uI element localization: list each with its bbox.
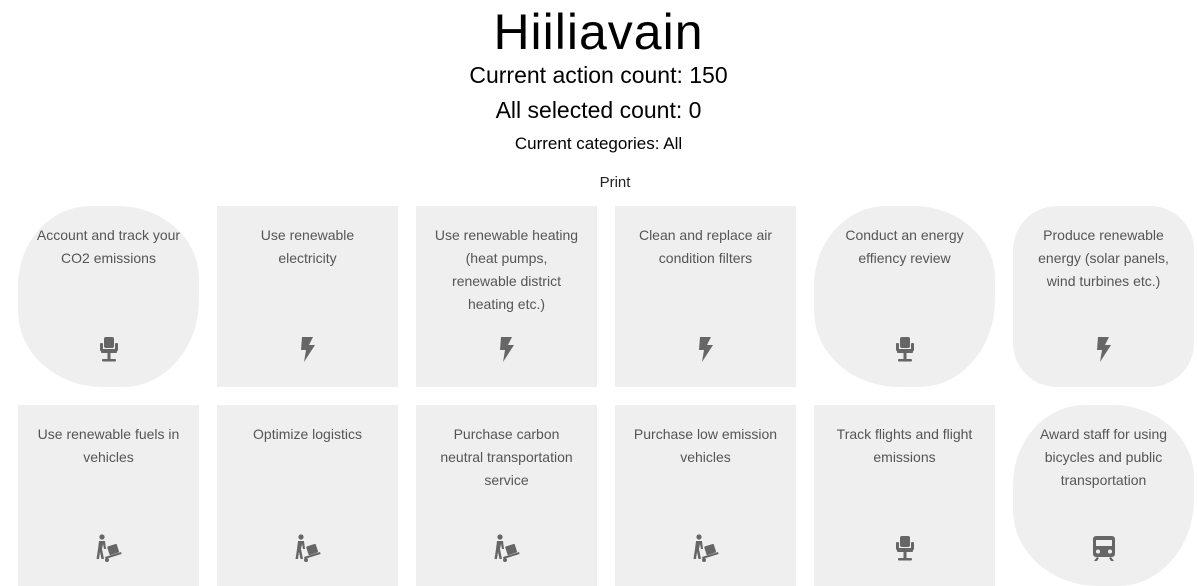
- current-categories: Current categories: All: [514, 134, 683, 153]
- action-card-renewable-heating[interactable]: Use renewable heating (heat pumps, renew…: [416, 206, 597, 387]
- lightning-bolt-icon: [416, 334, 597, 364]
- page-title: Hiiliavain: [493, 4, 704, 60]
- action-card-renewable-electricity[interactable]: Use renewable electricity: [217, 206, 398, 387]
- hand-truck-icon: [18, 533, 199, 563]
- action-card-low-emission-vehicles[interactable]: Purchase low emission vehicles: [615, 405, 796, 586]
- hand-truck-icon: [416, 533, 597, 563]
- action-card-track-flights[interactable]: Track flights and flight emissions: [814, 405, 995, 586]
- office-chair-icon: [814, 334, 995, 364]
- card-label: Account and track your CO2 emissions: [36, 227, 181, 266]
- action-card-account-track-co2[interactable]: Account and track your CO2 emissions: [18, 206, 199, 387]
- card-label: Use renewable fuels in vehicles: [37, 426, 180, 465]
- card-label: Purchase low emission vehicles: [633, 426, 778, 465]
- action-card-renewable-fuels[interactable]: Use renewable fuels in vehicles: [18, 405, 199, 586]
- lightning-bolt-icon: [217, 334, 398, 364]
- lightning-bolt-icon: [1013, 334, 1194, 364]
- hand-truck-icon: [615, 533, 796, 563]
- card-label: Award staff for using bicycles and publi…: [1039, 426, 1168, 488]
- lightning-bolt-icon: [615, 334, 796, 364]
- office-chair-icon: [814, 533, 995, 563]
- card-label: Clean and replace air condition filters: [638, 227, 773, 266]
- action-card-optimize-logistics[interactable]: Optimize logistics: [217, 405, 398, 586]
- action-card-air-condition-filters[interactable]: Clean and replace air condition filters: [615, 206, 796, 387]
- card-label: Optimize logistics: [253, 426, 362, 442]
- card-label: Track flights and flight emissions: [836, 426, 973, 465]
- hand-truck-icon: [217, 533, 398, 563]
- card-label: Conduct an energy effiency review: [845, 227, 964, 266]
- action-card-carbon-neutral-transport[interactable]: Purchase carbon neutral transportation s…: [416, 405, 597, 586]
- print-link[interactable]: Print: [570, 174, 660, 192]
- action-card-energy-review[interactable]: Conduct an energy effiency review: [814, 206, 995, 387]
- card-label: Purchase carbon neutral transportation s…: [440, 426, 573, 488]
- card-label: Use renewable electricity: [260, 227, 355, 266]
- action-card-award-staff-bicycles[interactable]: Award staff for using bicycles and publi…: [1013, 405, 1194, 586]
- card-label: Use renewable heating (heat pumps, renew…: [434, 227, 579, 312]
- current-action-count: Current action count: 150: [469, 62, 728, 88]
- office-chair-icon: [18, 334, 199, 364]
- card-label: Produce renewable energy (solar panels, …: [1038, 227, 1169, 289]
- action-card-produce-renewable-energy[interactable]: Produce renewable energy (solar panels, …: [1013, 206, 1194, 387]
- train-icon: [1013, 533, 1194, 563]
- all-selected-count: All selected count: 0: [495, 97, 702, 123]
